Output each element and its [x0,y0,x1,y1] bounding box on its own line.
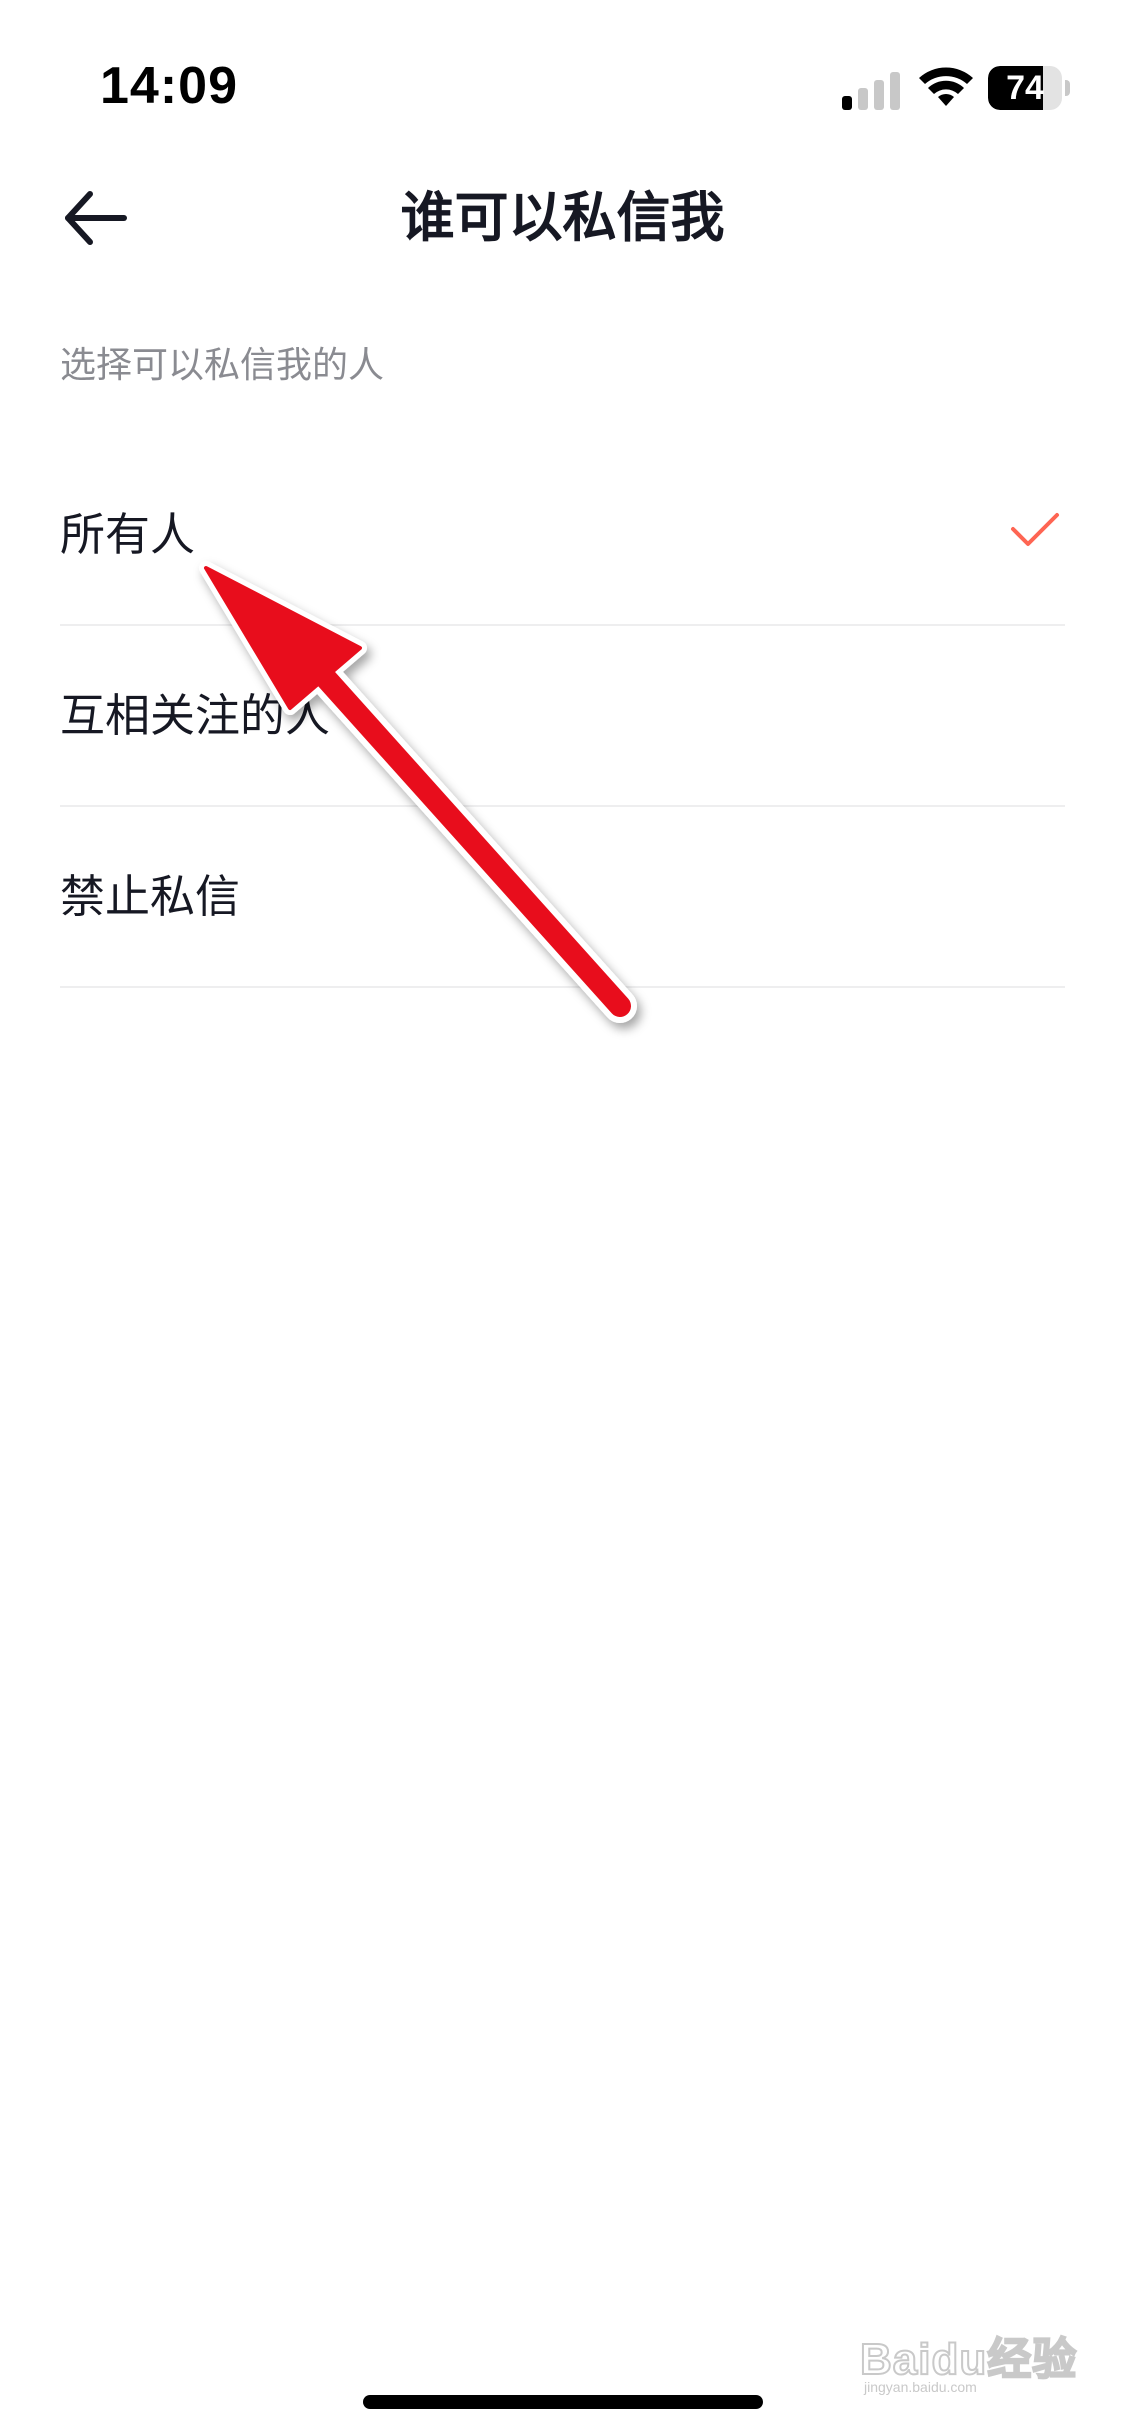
home-indicator[interactable] [363,2395,763,2409]
wifi-icon [919,67,973,106]
option-mutual-followers[interactable]: 互相关注的人 [60,626,1065,807]
watermark-sub: jingyan.baidu.com [864,2379,977,2395]
privacy-option-list: 所有人 互相关注的人 禁止私信 [60,445,1065,988]
arrow-left-icon [65,191,127,245]
watermark-text: Baidu经验 [859,2334,1078,2385]
battery-level: 74 [1006,69,1044,107]
option-everyone[interactable]: 所有人 [60,445,1065,626]
cellular-signal-icon [842,72,900,110]
status-time: 14:09 [100,57,238,115]
battery-icon: 74 [988,66,1070,110]
option-label: 互相关注的人 [60,689,331,742]
option-label: 禁止私信 [60,870,241,923]
option-label: 所有人 [60,508,196,561]
option-disable-messages[interactable]: 禁止私信 [60,807,1065,988]
back-button[interactable] [60,180,136,256]
checkmark-icon [1011,513,1059,546]
status-bar: 14:09 74 [0,0,1125,170]
baidu-watermark: Baidu经验 jingyan.baidu.com [859,2305,1077,2395]
page-title: 谁可以私信我 [400,186,725,249]
section-subtitle: 选择可以私信我的人 [60,345,385,386]
